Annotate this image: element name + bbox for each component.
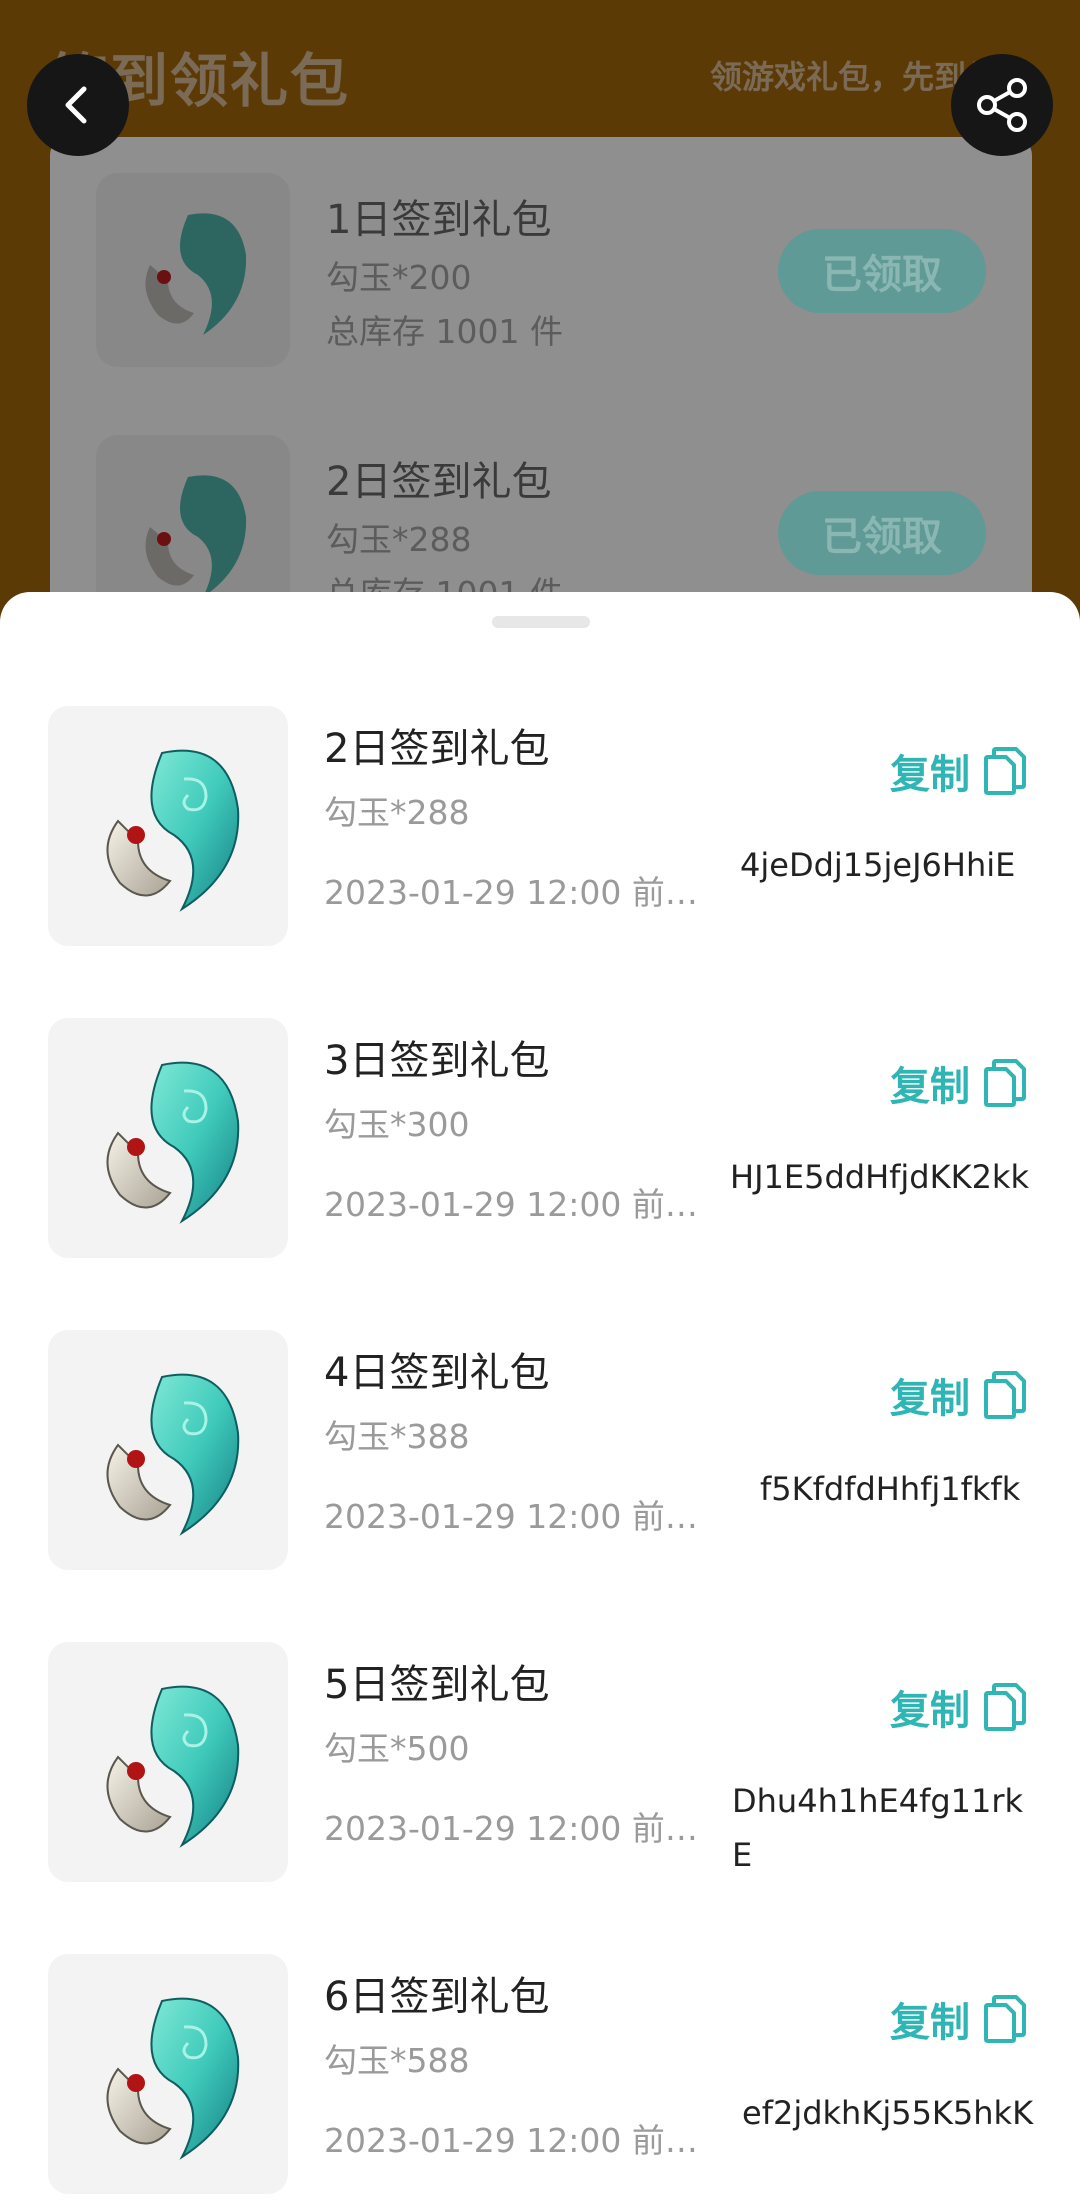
- gift-desc: 勾玉*388: [324, 1417, 470, 1456]
- gift-code[interactable]: Dhu4h1hE4fg11rkE: [732, 1774, 1032, 1882]
- gift-desc: 勾玉*288: [324, 793, 470, 832]
- background-page: 签到领礼包 领游戏礼包，先到先得 1日签到礼包 勾玉*200 总库存 1001 …: [0, 0, 1080, 637]
- gift-row: 2日签到礼包 勾玉*288 2023-01-29 12:00 前有效 复制 4j…: [0, 706, 1080, 950]
- copy-button[interactable]: 复制: [890, 1990, 1026, 2048]
- background-gift-name: 2日签到礼包: [326, 459, 552, 505]
- gift-name: 6日签到礼包: [324, 1974, 550, 2020]
- background-gift-desc: 勾玉*288: [326, 520, 472, 559]
- gift-name: 5日签到礼包: [324, 1662, 550, 1708]
- background-gift-desc: 勾玉*200: [326, 258, 472, 297]
- share-icon: [977, 78, 1027, 132]
- copy-label: 复制: [890, 1376, 970, 1422]
- background-gift-name: 1日签到礼包: [326, 197, 552, 243]
- gift-deadline: 2023-01-29 12:00 前有效: [324, 2121, 710, 2160]
- magatama-icon: [96, 173, 290, 367]
- back-button[interactable]: [27, 54, 129, 156]
- background-gift-item: 1日签到礼包 勾玉*200 总库存 1001 件 已领取: [50, 137, 1032, 399]
- gift-code[interactable]: 4jeDdj15jeJ6HhiE: [740, 838, 1040, 892]
- gift-row: 6日签到礼包 勾玉*588 2023-01-29 12:00 前有效 复制 ef…: [0, 1954, 1080, 2198]
- gift-name: 2日签到礼包: [324, 726, 550, 772]
- gift-code-sheet: 2日签到礼包 勾玉*288 2023-01-29 12:00 前有效 复制 4j…: [0, 592, 1080, 2206]
- gift-row: 3日签到礼包 勾玉*300 2023-01-29 12:00 前有效 复制 HJ…: [0, 1018, 1080, 1262]
- gift-code[interactable]: f5KfdfdHhfj1fkfk: [760, 1462, 1060, 1516]
- copy-label: 复制: [890, 752, 970, 798]
- copy-icon: [984, 1683, 1026, 1731]
- copy-button[interactable]: 复制: [890, 742, 1026, 800]
- gift-row: 4日签到礼包 勾玉*388 2023-01-29 12:00 前有效 复制 f5…: [0, 1330, 1080, 1574]
- gift-code[interactable]: ef2jdkhKj55K5hkK: [742, 2086, 1042, 2140]
- sheet-drag-handle[interactable]: [492, 616, 590, 628]
- gift-desc: 勾玉*588: [324, 2041, 470, 2080]
- copy-icon: [984, 1371, 1026, 1419]
- share-button[interactable]: [951, 54, 1053, 156]
- gift-code[interactable]: HJ1E5ddHfjdKK2kk: [730, 1150, 1030, 1204]
- claimed-button[interactable]: 已领取: [778, 229, 986, 313]
- gift-name: 4日签到礼包: [324, 1350, 550, 1396]
- gift-deadline: 2023-01-29 12:00 前有效: [324, 1497, 710, 1536]
- magatama-icon: [48, 1954, 288, 2194]
- gift-row: 5日签到礼包 勾玉*500 2023-01-29 12:00 前有效 复制 Dh…: [0, 1642, 1080, 1886]
- gift-deadline: 2023-01-29 12:00 前有效: [324, 1185, 710, 1224]
- copy-button[interactable]: 复制: [890, 1678, 1026, 1736]
- gift-desc: 勾玉*500: [324, 1729, 470, 1768]
- copy-button[interactable]: 复制: [890, 1054, 1026, 1112]
- background-gift-list: 1日签到礼包 勾玉*200 总库存 1001 件 已领取 2日签到礼包 勾玉*2…: [50, 137, 1032, 637]
- magatama-icon: [48, 706, 288, 946]
- gift-deadline: 2023-01-29 12:00 前有效: [324, 1809, 710, 1848]
- copy-label: 复制: [890, 1064, 970, 1110]
- copy-icon: [984, 747, 1026, 795]
- copy-icon: [984, 1059, 1026, 1107]
- copy-label: 复制: [890, 1688, 970, 1734]
- background-gift-stock: 总库存 1001 件: [326, 312, 563, 351]
- claimed-button[interactable]: 已领取: [778, 491, 986, 575]
- gift-deadline: 2023-01-29 12:00 前有效: [324, 873, 710, 912]
- gift-desc: 勾玉*300: [324, 1105, 470, 1144]
- chevron-left-icon: [65, 86, 87, 124]
- copy-label: 复制: [890, 2000, 970, 2046]
- copy-icon: [984, 1995, 1026, 2043]
- magatama-icon: [48, 1642, 288, 1882]
- gift-name: 3日签到礼包: [324, 1038, 550, 1084]
- magatama-icon: [48, 1330, 288, 1570]
- magatama-icon: [48, 1018, 288, 1258]
- copy-button[interactable]: 复制: [890, 1366, 1026, 1424]
